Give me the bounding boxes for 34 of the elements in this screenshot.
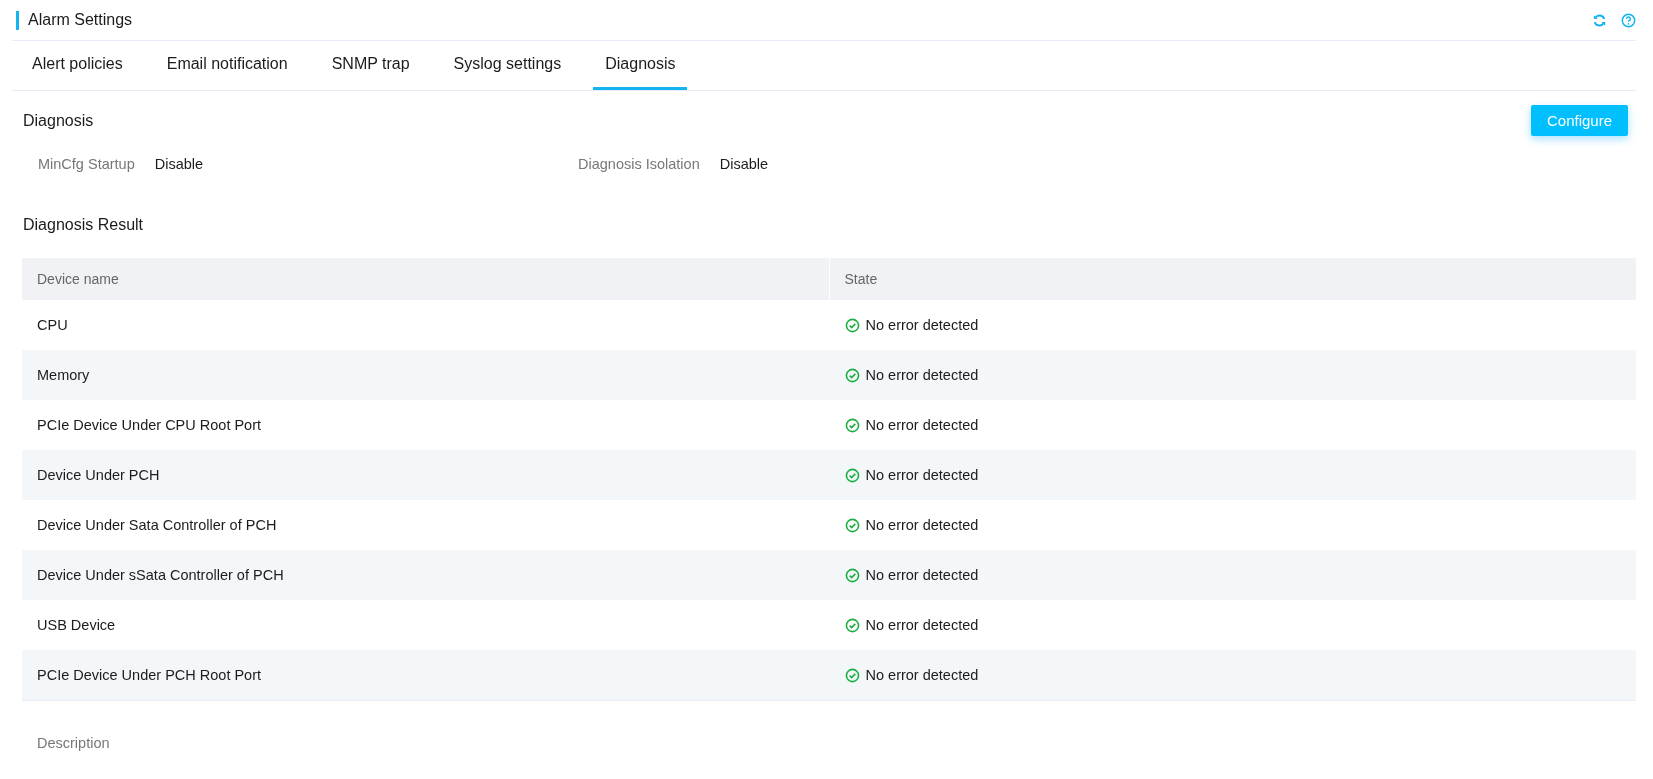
- device-name: CPU: [37, 317, 68, 333]
- device-name: PCIe Device Under PCH Root Port: [37, 667, 262, 683]
- column-header: State: [844, 271, 878, 287]
- setting-value: Disable: [719, 156, 769, 172]
- tab[interactable]: Syslog settings: [441, 41, 574, 90]
- title-accent-bar: [16, 10, 19, 30]
- help-icon[interactable]: [1621, 12, 1636, 28]
- state-text: No error detected: [865, 567, 979, 583]
- setting-value: Disable: [154, 156, 204, 172]
- state-text: No error detected: [865, 617, 979, 633]
- tab[interactable]: Alert policies: [20, 41, 135, 90]
- setting-label: Diagnosis Isolation: [578, 156, 700, 172]
- refresh-icon[interactable]: [1592, 12, 1607, 28]
- description-label: Description: [36, 734, 111, 751]
- state-text: No error detected: [865, 667, 979, 683]
- column-header: Device name: [37, 271, 119, 287]
- state-text: No error detected: [865, 467, 979, 483]
- device-name: USB Device: [37, 617, 116, 633]
- section-heading: Diagnosis: [23, 111, 94, 130]
- state-text: No error detected: [865, 517, 979, 533]
- device-name: Memory: [37, 367, 90, 383]
- device-name: Device Under PCH: [37, 467, 160, 483]
- setting-label: MinCfg Startup: [38, 156, 135, 172]
- state-text: No error detected: [865, 367, 979, 383]
- section-heading: Diagnosis Result: [22, 215, 145, 234]
- tab[interactable]: Email notification: [154, 41, 300, 90]
- tab[interactable]: Diagnosis: [593, 41, 688, 90]
- tab[interactable]: SNMP trap: [319, 41, 422, 90]
- page-title: Alarm Settings: [28, 11, 133, 29]
- device-name: Device Under Sata Controller of PCH: [37, 517, 277, 533]
- device-name: PCIe Device Under CPU Root Port: [37, 417, 262, 433]
- state-text: No error detected: [865, 317, 979, 333]
- state-text: No error detected: [865, 417, 979, 433]
- device-name: Device Under sSata Controller of PCH: [37, 567, 284, 583]
